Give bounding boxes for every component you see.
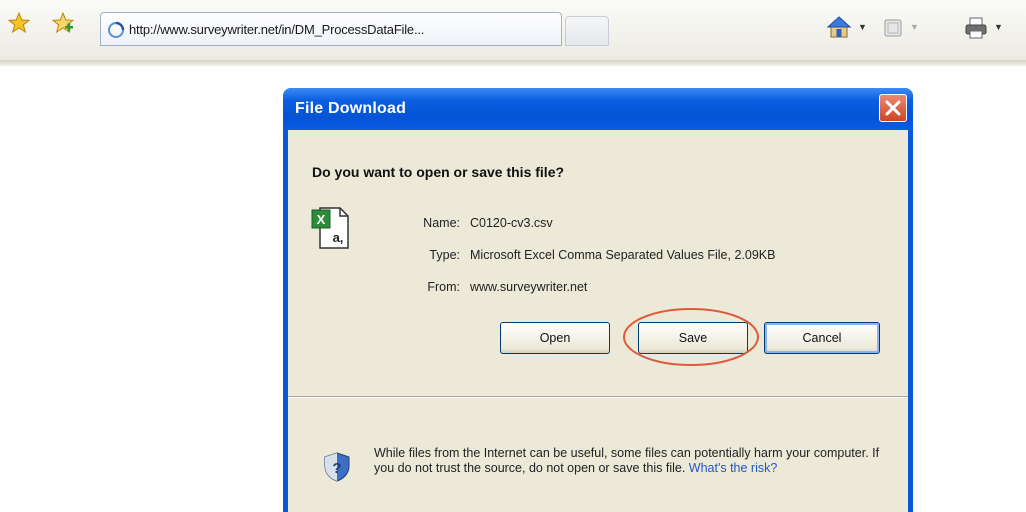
dialog-body: Do you want to open or save this file? X… [288, 130, 908, 512]
home-icon[interactable] [826, 14, 852, 40]
type-label: Type: [429, 248, 460, 262]
from-label: From: [427, 280, 460, 294]
print-dropdown-icon[interactable]: ▼ [994, 22, 1003, 32]
type-value: Microsoft Excel Comma Separated Values F… [470, 248, 776, 262]
cancel-button[interactable]: Cancel [764, 322, 880, 354]
page-loading-icon [108, 21, 125, 38]
warning-text: While files from the Internet can be use… [374, 446, 880, 475]
home-dropdown-icon[interactable]: ▼ [858, 22, 867, 32]
tab-title: http://www.surveywriter.net/in/DM_Proces… [129, 22, 425, 37]
whats-the-risk-link[interactable]: What's the risk? [689, 461, 778, 475]
dialog-question: Do you want to open or save this file? [312, 164, 565, 180]
from-value: www.surveywriter.net [470, 280, 588, 294]
dialog-titlebar[interactable]: File Download [283, 88, 913, 130]
svg-text:?: ? [332, 460, 341, 477]
file-download-dialog: File Download Do you want to open or sav… [283, 88, 913, 512]
add-favorites-icon[interactable] [52, 12, 74, 34]
name-value: C0120-cv3.csv [470, 216, 553, 230]
security-shield-icon: ? [324, 452, 350, 482]
feeds-dropdown-icon[interactable]: ▼ [910, 22, 919, 32]
open-button[interactable]: Open [500, 322, 610, 354]
print-icon[interactable] [964, 17, 988, 39]
screenshot: http://www.surveywriter.net/in/DM_Proces… [0, 0, 1026, 512]
close-button[interactable] [879, 94, 907, 122]
new-tab-button[interactable] [565, 16, 609, 46]
excel-csv-file-icon: X a, [311, 207, 349, 249]
favorites-star-icon[interactable] [8, 12, 30, 34]
feeds-icon[interactable] [884, 19, 902, 37]
name-label: Name: [423, 216, 460, 230]
svg-text:a,: a, [333, 230, 344, 245]
browser-tab[interactable]: http://www.surveywriter.net/in/DM_Proces… [100, 12, 562, 46]
svg-text:X: X [317, 212, 326, 227]
security-warning: While files from the Internet can be use… [374, 446, 894, 476]
close-icon [885, 100, 901, 116]
browser-toolbar: http://www.surveywriter.net/in/DM_Proces… [0, 0, 1026, 60]
dialog-separator [288, 396, 908, 398]
dialog-title: File Download [295, 100, 407, 117]
toolbar-divider [0, 60, 1026, 66]
save-highlight-ellipse [623, 308, 759, 366]
